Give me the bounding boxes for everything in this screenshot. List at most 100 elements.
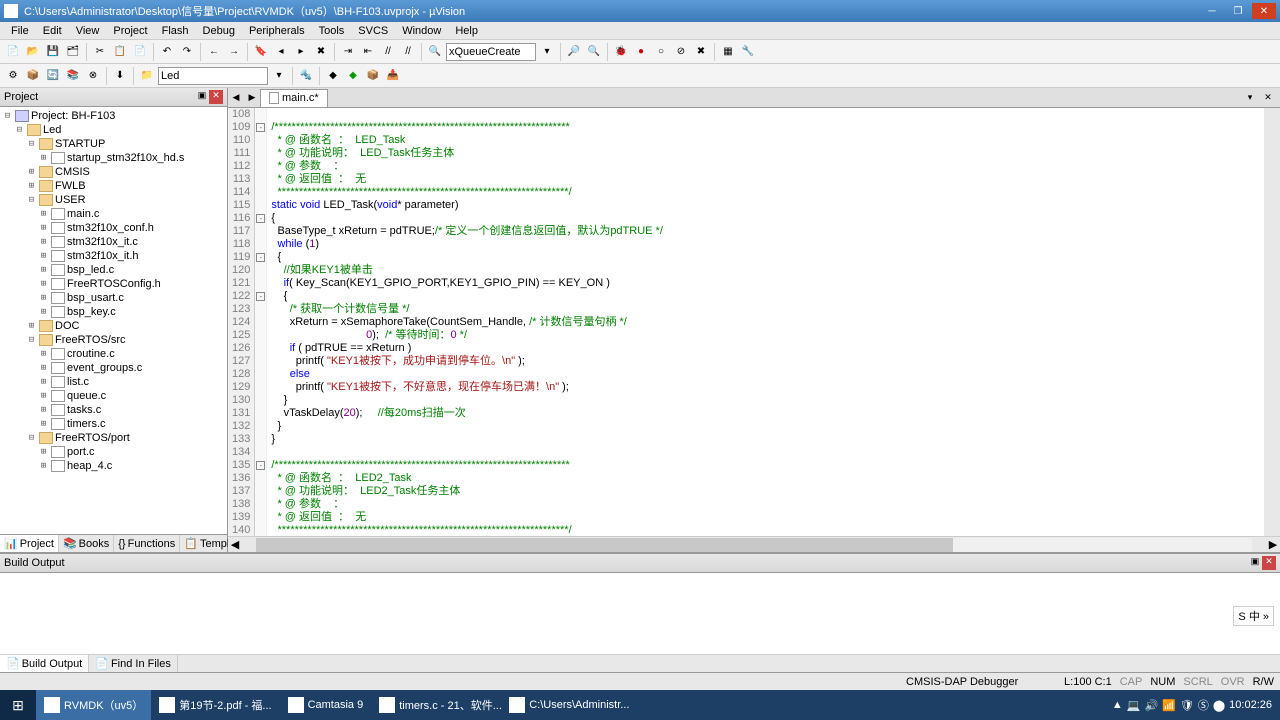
comment-button[interactable]: // [379,43,397,61]
paste-button[interactable]: 📄 [131,43,149,61]
find-in-files-button[interactable]: 🔎 [565,43,583,61]
uncomment-button[interactable]: // [399,43,417,61]
bookmark-next-button[interactable]: ▸ [292,43,310,61]
menu-project[interactable]: Project [106,25,154,37]
file-bsp-led-c[interactable]: ⊞bsp_led.c [2,263,225,277]
editor-tab-close-button[interactable]: ✕ [1260,90,1276,106]
system-tray[interactable]: ▲ 💻 🔊 📶 🛡 Ⓢ ⬤ 10:02:26 [1104,697,1280,713]
tree-node-label[interactable]: main.c [67,208,99,220]
tree-node-label[interactable]: STARTUP [55,138,105,150]
project-tab-books[interactable]: 📚Books [59,535,114,552]
tree-node-label[interactable]: stm32f10x_conf.h [67,222,154,234]
output-tab-build-output[interactable]: 📄Build Output [0,655,89,672]
breakpoint-insert-button[interactable]: ● [632,43,650,61]
editor-tab-main-c[interactable]: main.c* [260,89,328,107]
file-croutine-c[interactable]: ⊞croutine.c [2,347,225,361]
window-layout-button[interactable]: ▦ [719,43,737,61]
save-button[interactable]: 💾 [44,43,62,61]
translate-button[interactable]: ⚙ [4,67,22,85]
build-button[interactable]: 📦 [24,67,42,85]
options-button[interactable]: 🔩 [297,67,315,85]
manage-rte-button[interactable]: ◆ [344,67,362,85]
tree-expand-icon[interactable]: ⊞ [38,363,49,373]
group-startup[interactable]: ⊟ STARTUP [2,137,225,151]
editor-horizontal-scrollbar[interactable]: ◀ ▶ [228,536,1280,552]
tree-node-label[interactable]: startup_stm32f10x_hd.s [67,152,184,164]
select-packs-button[interactable]: 📦 [364,67,382,85]
file-bsp-usart-c[interactable]: ⊞ bsp_usart.c [2,291,225,305]
tree-expand-icon[interactable]: ⊞ [38,377,49,387]
find-dropdown-button[interactable]: ▾ [538,43,556,61]
bookmark-clear-button[interactable]: ✖ [312,43,330,61]
tree-expand-icon[interactable]: ⊟ [26,195,37,205]
tree-node-label[interactable]: bsp_led.c [67,264,114,276]
new-file-button[interactable]: 📄 [4,43,22,61]
tray-icon[interactable]: ▲ [1112,699,1123,711]
tree-expand-icon[interactable]: ⊞ [38,461,49,471]
tree-node-label[interactable]: FreeRTOS/port [55,432,130,444]
tray-icon[interactable]: Ⓢ [1198,697,1209,713]
tree-node-label[interactable]: croutine.c [67,348,115,360]
tree-node-label[interactable]: heap_4.c [67,460,112,472]
group-freertos-src[interactable]: ⊟ FreeRTOS/src [2,333,225,347]
undo-button[interactable]: ↶ [158,43,176,61]
open-file-button[interactable]: 📂 [24,43,42,61]
breakpoint-enable-button[interactable]: ○ [652,43,670,61]
group-freertos-port[interactable]: ⊟FreeRTOS/port [2,431,225,445]
tree-expand-icon[interactable]: ⊞ [38,391,49,401]
tray-icon[interactable]: 📶 [1162,699,1176,712]
nav-back-button[interactable]: ← [205,43,223,61]
tree-expand-icon[interactable]: ⊞ [26,167,37,177]
maximize-button[interactable]: ❐ [1226,3,1250,19]
taskbar-item[interactable]: Camtasia 9 [280,690,372,720]
project-tab-project[interactable]: 📊Project [0,535,59,552]
code-content[interactable]: /***************************************… [267,108,663,536]
menu-edit[interactable]: Edit [36,25,69,37]
menu-svcs[interactable]: SVCS [351,25,395,37]
tree-expand-icon[interactable]: ⊟ [26,139,37,149]
file-stm32f10x-it-c[interactable]: ⊞stm32f10x_it.c [2,235,225,249]
file-list-c[interactable]: ⊞list.c [2,375,225,389]
bookmark-button[interactable]: 🔖 [252,43,270,61]
tree-expand-icon[interactable]: ⊞ [38,293,49,303]
project-root[interactable]: ⊟Project: BH-F103 [2,109,225,123]
build-output-pin-button[interactable]: ▣ [1248,556,1262,570]
menu-help[interactable]: Help [448,25,485,37]
build-output-close-button[interactable]: ✕ [1262,556,1276,570]
minimize-button[interactable]: ─ [1200,3,1224,19]
tree-node-label[interactable]: tasks.c [67,404,101,416]
tray-icon[interactable]: ⬤ [1213,699,1225,712]
tree-expand-icon[interactable]: ⊞ [38,153,49,163]
taskbar-item[interactable]: C:\Users\Administr... [501,690,631,720]
tree-node-label[interactable]: bsp_usart.c [67,292,124,304]
rebuild-button[interactable]: 🔄 [44,67,62,85]
tree-node-label[interactable]: FWLB [55,180,86,192]
breakpoint-disable-button[interactable]: ⊘ [672,43,690,61]
file-freertosconfig-h[interactable]: ⊞FreeRTOSConfig.h [2,277,225,291]
tray-icon[interactable]: 🔊 [1144,699,1158,712]
tree-expand-icon[interactable]: ⊟ [26,335,37,345]
save-all-button[interactable]: 🗂 [64,43,82,61]
fold-gutter[interactable]: - - - - - - [255,108,267,536]
output-tab-find-in-files[interactable]: 📄Find In Files [89,655,178,672]
project-tree[interactable]: ⊟Project: BH-F103⊟Led⊟STARTUP⊞startup_st… [0,107,227,534]
file-timers-c[interactable]: ⊞timers.c [2,417,225,431]
editor-vertical-scrollbar[interactable] [1264,108,1280,536]
tree-expand-icon[interactable]: ⊟ [2,111,13,121]
find-icon[interactable]: 🔍 [426,43,444,61]
tree-node-label[interactable]: FreeRTOS/src [55,334,126,346]
tree-expand-icon[interactable]: ⊞ [38,209,49,219]
target-dropdown-button[interactable]: ▾ [270,67,288,85]
editor-tab-prev-button[interactable]: ◀ [228,90,244,106]
file-heap-4-c[interactable]: ⊞ heap_4.c [2,459,225,473]
tree-node-label[interactable]: Led [43,124,61,136]
tree-node-label[interactable]: port.c [67,446,95,458]
tree-expand-icon[interactable]: ⊟ [14,125,25,135]
tree-node-label[interactable]: CMSIS [55,166,90,178]
manage-components-button[interactable]: ◆ [324,67,342,85]
file-main-c[interactable]: ⊞ main.c [2,207,225,221]
tree-node-label[interactable]: queue.c [67,390,106,402]
tree-node-label[interactable]: timers.c [67,418,106,430]
menu-flash[interactable]: Flash [155,25,196,37]
file-stm32f10x-conf-h[interactable]: ⊞stm32f10x_conf.h [2,221,225,235]
